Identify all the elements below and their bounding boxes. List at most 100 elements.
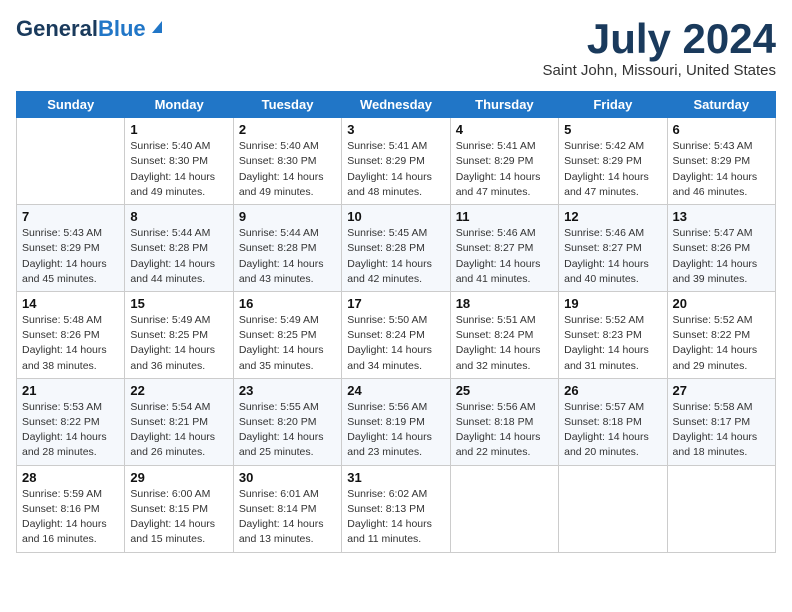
day-number: 24 bbox=[347, 383, 444, 398]
day-info: Sunrise: 5:43 AMSunset: 8:29 PMDaylight:… bbox=[673, 139, 770, 200]
day-info: Sunrise: 5:56 AMSunset: 8:18 PMDaylight:… bbox=[456, 400, 553, 461]
calendar-cell: 5Sunrise: 5:42 AMSunset: 8:29 PMDaylight… bbox=[559, 118, 667, 205]
day-number: 10 bbox=[347, 209, 444, 224]
calendar-cell bbox=[667, 465, 775, 552]
day-number: 12 bbox=[564, 209, 661, 224]
day-number: 5 bbox=[564, 122, 661, 137]
day-number: 6 bbox=[673, 122, 770, 137]
day-info: Sunrise: 5:46 AMSunset: 8:27 PMDaylight:… bbox=[456, 226, 553, 287]
day-number: 7 bbox=[22, 209, 119, 224]
weekday-header-tuesday: Tuesday bbox=[233, 92, 341, 118]
day-number: 21 bbox=[22, 383, 119, 398]
day-number: 17 bbox=[347, 296, 444, 311]
page-header: GeneralBlue July 2024 Saint John, Missou… bbox=[16, 16, 776, 79]
calendar-cell: 6 Sunrise: 5:43 AMSunset: 8:29 PMDaylight… bbox=[667, 118, 775, 205]
calendar-header: SundayMondayTuesdayWednesdayThursdayFrid… bbox=[17, 92, 776, 118]
day-info: Sunrise: 5:53 AMSunset: 8:22 PMDaylight:… bbox=[22, 400, 119, 461]
day-info: Sunrise: 6:02 AMSunset: 8:13 PMDaylight:… bbox=[347, 487, 444, 548]
calendar-cell: 22 Sunrise: 5:54 AMSunset: 8:21 PMDayligh… bbox=[125, 378, 233, 465]
calendar-cell: 12Sunrise: 5:46 AMSunset: 8:27 PMDayligh… bbox=[559, 205, 667, 292]
day-number: 8 bbox=[130, 209, 227, 224]
calendar-cell: 29Sunrise: 6:00 AMSunset: 8:15 PMDayligh… bbox=[125, 465, 233, 552]
weekday-header-sunday: Sunday bbox=[17, 92, 125, 118]
day-info: Sunrise: 5:55 AMSunset: 8:20 PMDaylight:… bbox=[239, 400, 336, 461]
calendar-cell: 20 Sunrise: 5:52 AMSunset: 8:22 PMDayligh… bbox=[667, 291, 775, 378]
day-number: 2 bbox=[239, 122, 336, 137]
calendar-cell: 24 Sunrise: 5:56 AMSunset: 8:19 PMDayligh… bbox=[342, 378, 450, 465]
weekday-header-wednesday: Wednesday bbox=[342, 92, 450, 118]
calendar-cell: 7Sunrise: 5:43 AMSunset: 8:29 PMDaylight… bbox=[17, 205, 125, 292]
day-info: Sunrise: 5:49 AMSunset: 8:25 PMDaylight:… bbox=[239, 313, 336, 374]
day-info: Sunrise: 5:52 AMSunset: 8:22 PMDaylight:… bbox=[673, 313, 770, 374]
day-number: 18 bbox=[456, 296, 553, 311]
weekday-header-saturday: Saturday bbox=[667, 92, 775, 118]
calendar-cell: 17 Sunrise: 5:50 AMSunset: 8:24 PMDayligh… bbox=[342, 291, 450, 378]
calendar-week-row: 21 Sunrise: 5:53 AMSunset: 8:22 PMDayligh… bbox=[17, 378, 776, 465]
calendar-cell: 9Sunrise: 5:44 AMSunset: 8:28 PMDaylight… bbox=[233, 205, 341, 292]
calendar-cell: 31Sunrise: 6:02 AMSunset: 8:13 PMDayligh… bbox=[342, 465, 450, 552]
location-subtitle: Saint John, Missouri, United States bbox=[543, 62, 776, 79]
calendar-table: SundayMondayTuesdayWednesdayThursdayFrid… bbox=[16, 91, 776, 552]
day-info: Sunrise: 5:40 AMSunset: 8:30 PMDaylight:… bbox=[239, 139, 336, 200]
calendar-cell: 4 Sunrise: 5:41 AMSunset: 8:29 PMDaylight… bbox=[450, 118, 558, 205]
calendar-body: 1 Sunrise: 5:40 AMSunset: 8:30 PMDaylight… bbox=[17, 118, 776, 552]
calendar-week-row: 7Sunrise: 5:43 AMSunset: 8:29 PMDaylight… bbox=[17, 205, 776, 292]
day-info: Sunrise: 5:49 AMSunset: 8:25 PMDaylight:… bbox=[130, 313, 227, 374]
day-info: Sunrise: 5:47 AMSunset: 8:26 PMDaylight:… bbox=[673, 226, 770, 287]
day-info: Sunrise: 6:00 AMSunset: 8:15 PMDaylight:… bbox=[130, 487, 227, 548]
day-number: 4 bbox=[456, 122, 553, 137]
day-info: Sunrise: 5:54 AMSunset: 8:21 PMDaylight:… bbox=[130, 400, 227, 461]
calendar-cell: 3 Sunrise: 5:41 AMSunset: 8:29 PMDaylight… bbox=[342, 118, 450, 205]
day-info: Sunrise: 5:41 AMSunset: 8:29 PMDaylight:… bbox=[347, 139, 444, 200]
logo-arrow-icon bbox=[148, 17, 166, 35]
calendar-cell: 21 Sunrise: 5:53 AMSunset: 8:22 PMDayligh… bbox=[17, 378, 125, 465]
calendar-week-row: 1 Sunrise: 5:40 AMSunset: 8:30 PMDaylight… bbox=[17, 118, 776, 205]
calendar-cell: 28Sunrise: 5:59 AMSunset: 8:16 PMDayligh… bbox=[17, 465, 125, 552]
calendar-cell bbox=[559, 465, 667, 552]
day-number: 1 bbox=[130, 122, 227, 137]
day-info: Sunrise: 5:40 AMSunset: 8:30 PMDaylight:… bbox=[130, 139, 227, 200]
day-number: 15 bbox=[130, 296, 227, 311]
day-info: Sunrise: 5:56 AMSunset: 8:19 PMDaylight:… bbox=[347, 400, 444, 461]
calendar-cell bbox=[17, 118, 125, 205]
day-number: 19 bbox=[564, 296, 661, 311]
day-number: 9 bbox=[239, 209, 336, 224]
day-info: Sunrise: 5:51 AMSunset: 8:24 PMDaylight:… bbox=[456, 313, 553, 374]
day-number: 11 bbox=[456, 209, 553, 224]
calendar-cell: 19 Sunrise: 5:52 AMSunset: 8:23 PMDayligh… bbox=[559, 291, 667, 378]
day-number: 20 bbox=[673, 296, 770, 311]
calendar-cell: 2 Sunrise: 5:40 AMSunset: 8:30 PMDaylight… bbox=[233, 118, 341, 205]
logo: GeneralBlue bbox=[16, 16, 166, 42]
day-number: 26 bbox=[564, 383, 661, 398]
day-info: Sunrise: 5:52 AMSunset: 8:23 PMDaylight:… bbox=[564, 313, 661, 374]
calendar-cell: 11 Sunrise: 5:46 AMSunset: 8:27 PMDayligh… bbox=[450, 205, 558, 292]
day-info: Sunrise: 5:57 AMSunset: 8:18 PMDaylight:… bbox=[564, 400, 661, 461]
day-number: 22 bbox=[130, 383, 227, 398]
day-number: 28 bbox=[22, 470, 119, 485]
calendar-cell: 13Sunrise: 5:47 AMSunset: 8:26 PMDayligh… bbox=[667, 205, 775, 292]
logo-blue-text: Blue bbox=[98, 16, 146, 41]
day-info: Sunrise: 5:41 AMSunset: 8:29 PMDaylight:… bbox=[456, 139, 553, 200]
day-number: 16 bbox=[239, 296, 336, 311]
day-number: 25 bbox=[456, 383, 553, 398]
calendar-week-row: 14 Sunrise: 5:48 AMSunset: 8:26 PMDayligh… bbox=[17, 291, 776, 378]
title-block: July 2024 Saint John, Missouri, United S… bbox=[543, 16, 776, 79]
day-number: 30 bbox=[239, 470, 336, 485]
weekday-header-thursday: Thursday bbox=[450, 92, 558, 118]
calendar-week-row: 28Sunrise: 5:59 AMSunset: 8:16 PMDayligh… bbox=[17, 465, 776, 552]
day-info: Sunrise: 5:50 AMSunset: 8:24 PMDaylight:… bbox=[347, 313, 444, 374]
day-info: Sunrise: 5:48 AMSunset: 8:26 PMDaylight:… bbox=[22, 313, 119, 374]
day-number: 3 bbox=[347, 122, 444, 137]
logo-general-text: General bbox=[16, 16, 98, 41]
calendar-cell: 10Sunrise: 5:45 AMSunset: 8:28 PMDayligh… bbox=[342, 205, 450, 292]
calendar-cell bbox=[450, 465, 558, 552]
calendar-cell: 30Sunrise: 6:01 AMSunset: 8:14 PMDayligh… bbox=[233, 465, 341, 552]
month-year-title: July 2024 bbox=[543, 16, 776, 62]
day-info: Sunrise: 5:44 AMSunset: 8:28 PMDaylight:… bbox=[130, 226, 227, 287]
calendar-cell: 27Sunrise: 5:58 AMSunset: 8:17 PMDayligh… bbox=[667, 378, 775, 465]
calendar-cell: 14 Sunrise: 5:48 AMSunset: 8:26 PMDayligh… bbox=[17, 291, 125, 378]
calendar-cell: 26 Sunrise: 5:57 AMSunset: 8:18 PMDayligh… bbox=[559, 378, 667, 465]
day-number: 14 bbox=[22, 296, 119, 311]
calendar-cell: 15 Sunrise: 5:49 AMSunset: 8:25 PMDayligh… bbox=[125, 291, 233, 378]
weekday-header-row: SundayMondayTuesdayWednesdayThursdayFrid… bbox=[17, 92, 776, 118]
